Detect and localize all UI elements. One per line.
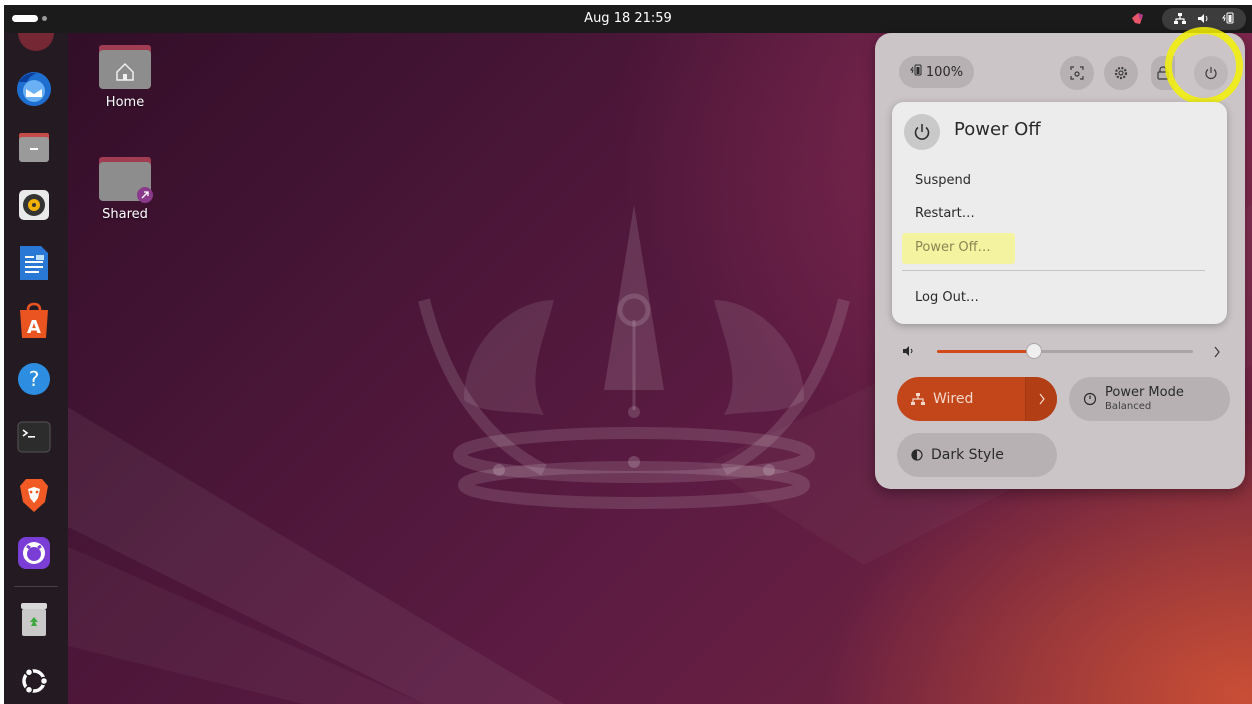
power-button-highlight (1165, 27, 1243, 105)
power-icon (914, 124, 930, 140)
desktop-icon-home[interactable]: Home (85, 45, 165, 110)
power-off-menu-icon (904, 114, 940, 150)
power-mode-button[interactable]: Power Mode Balanced (1069, 377, 1230, 421)
trash-icon (21, 603, 47, 636)
battery-icon (1222, 12, 1234, 26)
dock-separator (14, 586, 58, 587)
network-wired-icon (1174, 12, 1186, 26)
home-folder-icon (99, 45, 151, 89)
wired-toggle[interactable]: Wired (897, 377, 1057, 421)
menu-item-power-off[interactable]: Power Off… (915, 240, 991, 255)
github-icon (18, 537, 50, 569)
gear-icon (1114, 66, 1128, 80)
power-mode-label: Power Mode (1105, 384, 1184, 400)
dock: A ? (4, 33, 68, 704)
ubuntu-logo-icon (22, 668, 49, 694)
dock-brave[interactable] (12, 473, 56, 517)
screenshot-icon (1070, 66, 1084, 80)
settings-button[interactable] (1104, 56, 1138, 90)
chevron-right-icon[interactable] (1213, 346, 1221, 358)
brave-lion-icon (20, 479, 48, 512)
desktop-icon-label: Home (105, 95, 145, 110)
files-icon (19, 133, 49, 162)
menu-separator (902, 270, 1205, 271)
dock-libreoffice-writer[interactable] (12, 241, 56, 285)
menu-item-log-out[interactable]: Log Out… (915, 290, 979, 305)
power-off-menu-title: Power Off (954, 119, 1041, 140)
power-off-menu: Power Off Suspend Restart… Power Off… Lo… (892, 102, 1227, 324)
tray-app-icon[interactable] (1131, 12, 1144, 25)
desktop-icon-label: Shared (102, 207, 148, 222)
help-icon: ? (18, 363, 50, 395)
dock-help[interactable]: ? (12, 357, 56, 401)
power-mode-gauge-icon (1083, 392, 1097, 406)
svg-text:?: ? (29, 367, 40, 391)
dock-trash[interactable] (12, 597, 56, 641)
dock-app-center[interactable]: A (12, 299, 56, 343)
volume-icon (903, 346, 913, 356)
dock-show-apps[interactable] (12, 659, 56, 703)
volume-icon (1198, 13, 1210, 26)
power-mode-value: Balanced (1105, 400, 1152, 412)
dock-partial-app-icon[interactable] (18, 33, 54, 51)
app-center-icon: A (20, 302, 48, 338)
volume-slider[interactable] (897, 340, 1227, 362)
top-bar: Aug 18 21:59 (4, 5, 1252, 33)
desktop-icon-shared[interactable]: Shared (85, 157, 165, 222)
thunderbird-icon (17, 72, 51, 106)
writer-icon (20, 246, 48, 280)
clock[interactable]: Aug 18 21:59 (4, 11, 1252, 26)
menu-item-suspend[interactable]: Suspend (915, 173, 971, 188)
dock-rhythmbox[interactable] (12, 183, 56, 227)
dock-terminal[interactable] (12, 415, 56, 459)
dark-style-toggle[interactable]: Dark Style (897, 433, 1057, 477)
wired-label: Wired (933, 391, 974, 407)
dark-style-icon (911, 449, 923, 461)
terminal-icon (17, 421, 51, 453)
dock-github-desktop[interactable] (12, 531, 56, 575)
dock-thunderbird[interactable] (12, 67, 56, 111)
menu-item-restart[interactable]: Restart… (915, 206, 975, 221)
battery-percentage: 100% (925, 64, 964, 80)
screenshot-button[interactable] (1060, 56, 1094, 90)
dock-files[interactable] (12, 125, 56, 169)
dark-style-label: Dark Style (931, 447, 1004, 463)
shared-folder-icon (99, 157, 153, 203)
battery-button[interactable]: 100% (899, 56, 974, 88)
volume-knob[interactable] (1026, 343, 1043, 359)
rhythmbox-icon (19, 190, 49, 220)
network-wired-icon (911, 393, 925, 405)
wallpaper-crown (418, 205, 850, 509)
volume-fill (937, 350, 1035, 353)
battery-icon (909, 64, 922, 80)
chevron-right-icon (1039, 393, 1045, 405)
svg-text:A: A (27, 317, 41, 338)
